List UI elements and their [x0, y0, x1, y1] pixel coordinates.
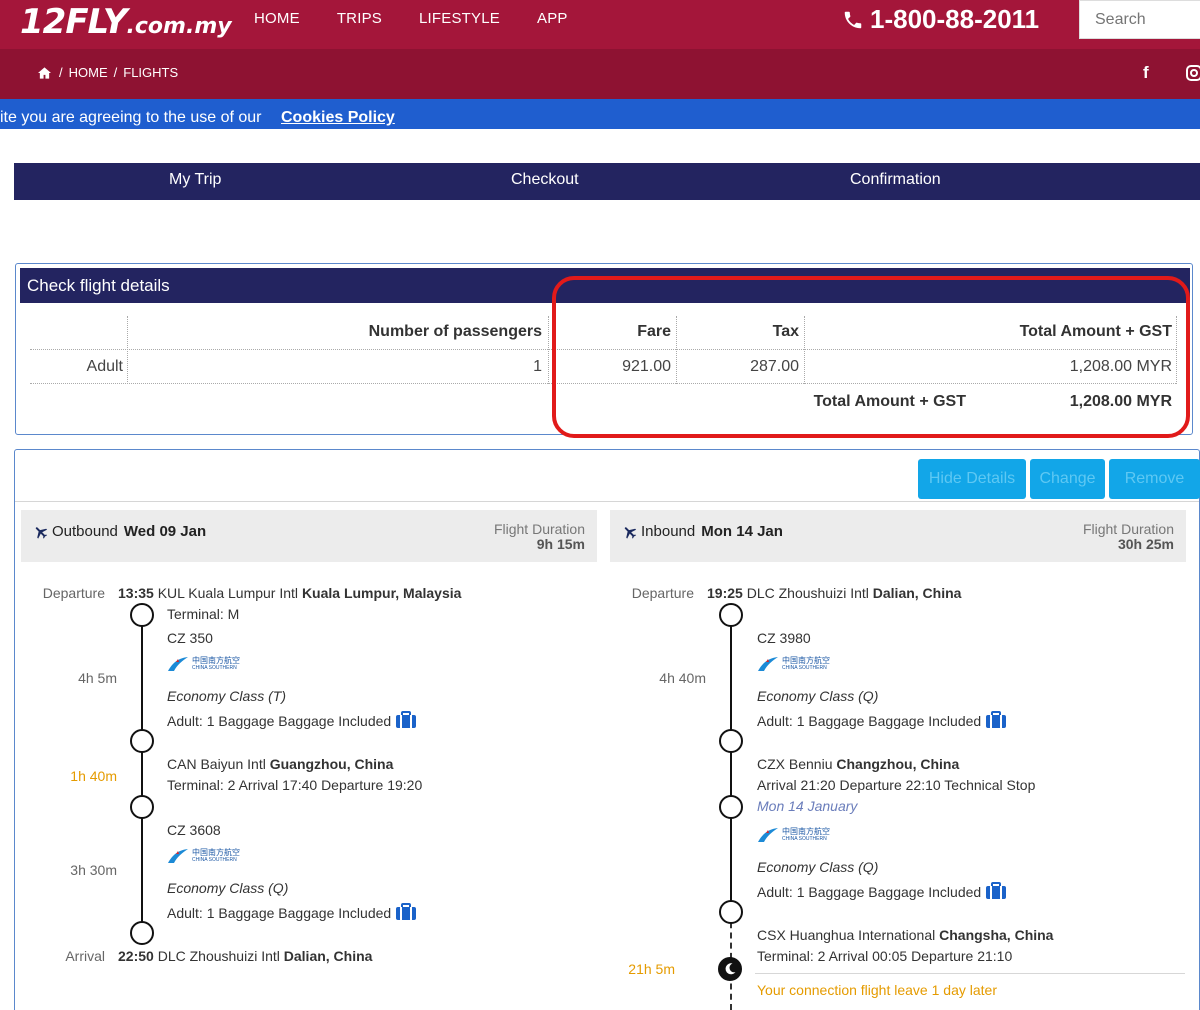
baggage-info: Adult: 1 Baggage Baggage Included	[167, 711, 417, 729]
nav-trips[interactable]: TRIPS	[337, 10, 382, 27]
main-nav: HOME TRIPS LIFESTYLE APP	[254, 10, 605, 27]
node-technical-departure	[719, 795, 743, 819]
instagram-icon[interactable]	[1186, 65, 1200, 81]
node-stop-arrival	[130, 729, 154, 753]
china-southern-logo: 中国南方航空 CHINA SOUTHERN	[757, 656, 830, 672]
breadcrumb-home[interactable]: HOME	[69, 65, 108, 80]
inbound-timeline	[730, 616, 732, 912]
phone-icon	[844, 11, 862, 28]
home-icon[interactable]	[38, 66, 51, 79]
passenger-type: Adult	[86, 358, 123, 375]
china-southern-logo: 中国南方航空 CHINA SOUTHERN	[167, 656, 240, 672]
nav-app[interactable]: APP	[537, 10, 568, 27]
baggage-icon	[396, 711, 417, 728]
nav-home[interactable]: HOME	[254, 10, 300, 27]
breadcrumb: / HOME / FLIGHTS	[38, 65, 184, 80]
baggage-info: Adult: 1 Baggage Baggage Included	[167, 903, 417, 921]
flight-number: CZ 3608	[167, 822, 221, 838]
node-stop-departure	[130, 795, 154, 819]
connection-note: Your connection flight leave 1 day later	[757, 982, 997, 998]
outbound-arrival: 22:50 DLC Zhoushuizi Intl Dalian, China	[118, 948, 373, 964]
flight-number: CZ 3980	[757, 630, 811, 646]
site-logo[interactable]: 12FLY.com.my	[20, 2, 232, 42]
inbound-header: Inbound Mon 14 Jan Flight Duration 30h 2…	[610, 510, 1186, 562]
inbound-date: Mon 14 Jan	[701, 523, 783, 540]
node-stopover	[719, 900, 743, 924]
baggage-info: Adult: 1 Baggage Baggage Included	[757, 882, 1007, 900]
plane-icon	[35, 526, 48, 539]
remove-button[interactable]: Remove	[1109, 459, 1200, 499]
outbound-header: Outbound Wed 09 Jan Flight Duration 9h 1…	[21, 510, 597, 562]
inbound-duration: 30h 25m	[1117, 536, 1174, 552]
node-departure	[719, 603, 743, 627]
passenger-count: 1	[533, 358, 542, 375]
node-arrival	[130, 921, 154, 945]
breadcrumb-bar: / HOME / FLIGHTS f	[0, 49, 1200, 99]
baggage-icon	[986, 882, 1007, 899]
cookies-policy-link[interactable]: Cookies Policy	[281, 109, 395, 127]
cookie-banner: ite you are agreeing to the use of our C…	[0, 99, 1200, 129]
inbound-departure: 19:25 DLC Zhoushuizi Intl Dalian, China	[707, 585, 962, 601]
step-checkout[interactable]: Checkout	[511, 171, 579, 189]
step-my-trip[interactable]: My Trip	[169, 171, 221, 189]
outbound-duration: 9h 15m	[536, 536, 585, 552]
china-southern-logo: 中国南方航空 CHINA SOUTHERN	[757, 827, 830, 843]
breadcrumb-flights: FLIGHTS	[123, 65, 179, 80]
phone-number[interactable]: 1-800-88-2011	[842, 4, 1039, 35]
facebook-icon[interactable]: f	[1143, 63, 1149, 83]
node-departure	[130, 603, 154, 627]
nav-lifestyle[interactable]: LIFESTYLE	[419, 10, 500, 27]
outbound-stopover: CAN Baiyun Intl Guangzhou, China	[167, 756, 394, 772]
plane-icon	[624, 526, 637, 539]
checkout-steps: My Trip Checkout Confirmation	[14, 163, 1200, 200]
baggage-icon	[986, 711, 1007, 728]
inbound-technical-stop: CZX Benniu Changzhou, China	[757, 756, 960, 772]
change-button[interactable]: Change	[1030, 459, 1105, 499]
outbound-departure: 13:35 KUL Kuala Lumpur Intl Kuala Lumpur…	[118, 585, 462, 601]
price-highlight-box	[552, 276, 1190, 438]
baggage-info: Adult: 1 Baggage Baggage Included	[757, 711, 1007, 729]
top-header: 12FLY.com.my HOME TRIPS LIFESTYLE APP 1-…	[0, 0, 1200, 49]
outbound-date: Wed 09 Jan	[123, 523, 207, 540]
node-technical-stop	[719, 729, 743, 753]
header-passengers: Number of passengers	[368, 323, 542, 340]
flight-number: CZ 350	[167, 630, 213, 646]
moon-icon	[718, 957, 742, 981]
inbound-stopover: CSX Huanghua International Changsha, Chi…	[757, 927, 1054, 943]
outbound-timeline	[141, 616, 143, 934]
china-southern-logo: 中国南方航空 CHINA SOUTHERN	[167, 848, 240, 864]
baggage-icon	[396, 903, 417, 920]
hide-details-button[interactable]: Hide Details	[918, 459, 1026, 499]
step-confirmation[interactable]: Confirmation	[850, 171, 941, 189]
search-input[interactable]	[1079, 0, 1200, 39]
